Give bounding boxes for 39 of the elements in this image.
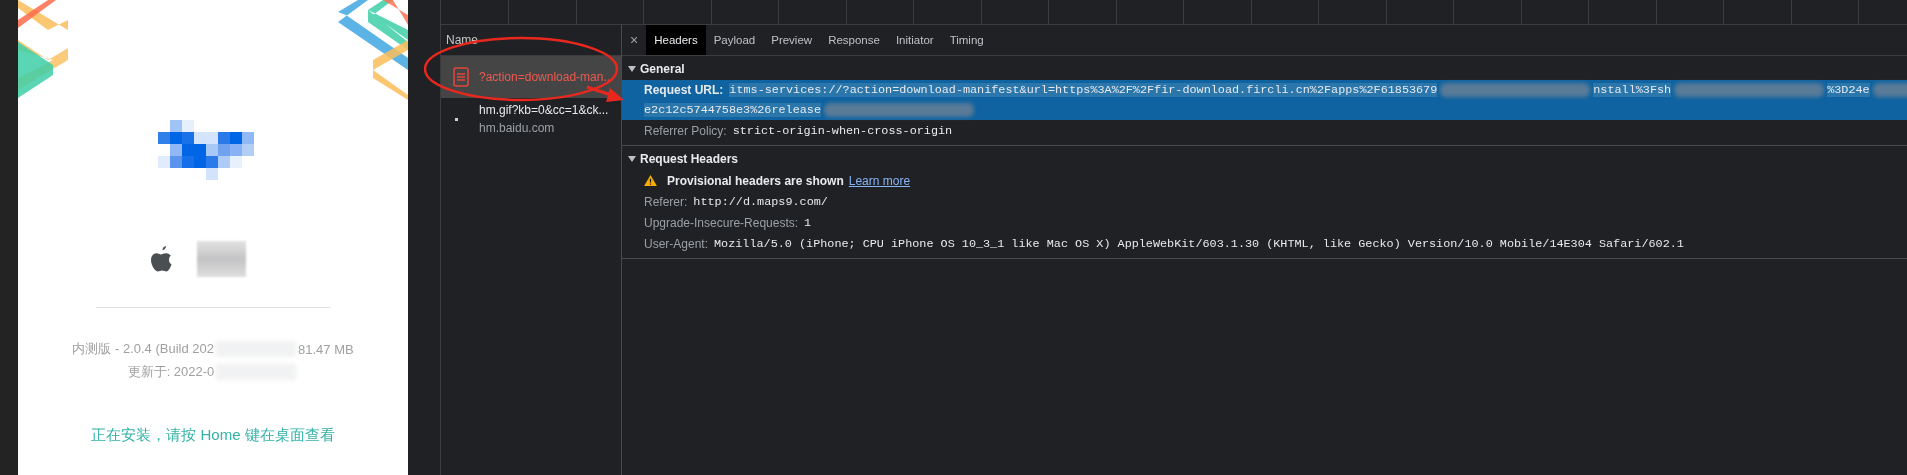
update-date-text: 更新于: 2022-0 bbox=[127, 363, 215, 381]
warning-text: Provisional headers are shown bbox=[667, 173, 844, 188]
learn-more-link[interactable]: Learn more bbox=[848, 173, 911, 188]
header-name: Referrer Policy: bbox=[644, 123, 727, 138]
tab[interactable]: Timing bbox=[941, 25, 992, 55]
install-hint: 正在安装，请按 Home 键在桌面查看 bbox=[91, 426, 335, 445]
header-value: http://d.maps9.com/ bbox=[693, 194, 828, 209]
tab[interactable]: Preview bbox=[763, 25, 821, 55]
apple-icon bbox=[150, 246, 173, 272]
annotation-arrow bbox=[586, 85, 624, 102]
header-value: itms-services://?action=download-manifest&url=https%3A%2F%2Ffir-download.fircli.cn%2Fapps%2F61853679 bbox=[729, 83, 1438, 97]
blurred-area bbox=[196, 241, 246, 277]
document-icon bbox=[453, 67, 469, 87]
section-header[interactable]: Request Headers bbox=[622, 148, 1907, 170]
tab[interactable]: Payload bbox=[705, 25, 764, 55]
header-name: Referer: bbox=[644, 194, 688, 209]
header-value: nstall%3Fsh bbox=[1593, 83, 1672, 97]
tab[interactable]: Headers bbox=[646, 25, 706, 55]
caret-icon bbox=[628, 155, 636, 163]
warning-icon bbox=[644, 175, 657, 186]
request-name: hm.gif?kb=0&cc=1&ck... bbox=[479, 103, 609, 117]
header-name: User-Agent: bbox=[644, 236, 709, 251]
header-name: Upgrade-Insecure-Requests: bbox=[644, 215, 799, 230]
request-name: ?action=download-man... bbox=[479, 70, 614, 84]
request-row[interactable]: hm.gif?kb=0&cc=1&ck... hm.baidu.com bbox=[441, 98, 621, 140]
tab[interactable]: Response bbox=[820, 25, 888, 55]
header-value: e2c12c5744758e3%26release bbox=[644, 103, 821, 117]
header-value: Mozilla/5.0 (iPhone; CPU iPhone OS 10_3_1 like Mac OS X) AppleWebKit/603.1.30 (KHTML, like Gecko) Version/10.0 Mobile/14E304 Safari/602.1 bbox=[714, 236, 1684, 251]
version-text: 81.47 MB bbox=[298, 341, 354, 357]
tab[interactable]: Initiator bbox=[887, 25, 942, 55]
version-text: 内测版 - 2.0.4 (Build 202 bbox=[72, 340, 214, 358]
section-header[interactable]: General bbox=[622, 58, 1907, 80]
header-value: strict-origin-when-cross-origin bbox=[732, 123, 953, 138]
header-value: %3D24e bbox=[1827, 83, 1870, 97]
caret-icon bbox=[628, 65, 636, 73]
header-value: 1 bbox=[804, 215, 812, 230]
header-name: Request URL: bbox=[644, 83, 724, 97]
close-button[interactable]: × bbox=[622, 25, 647, 55]
request-domain: hm.baidu.com bbox=[479, 121, 556, 135]
